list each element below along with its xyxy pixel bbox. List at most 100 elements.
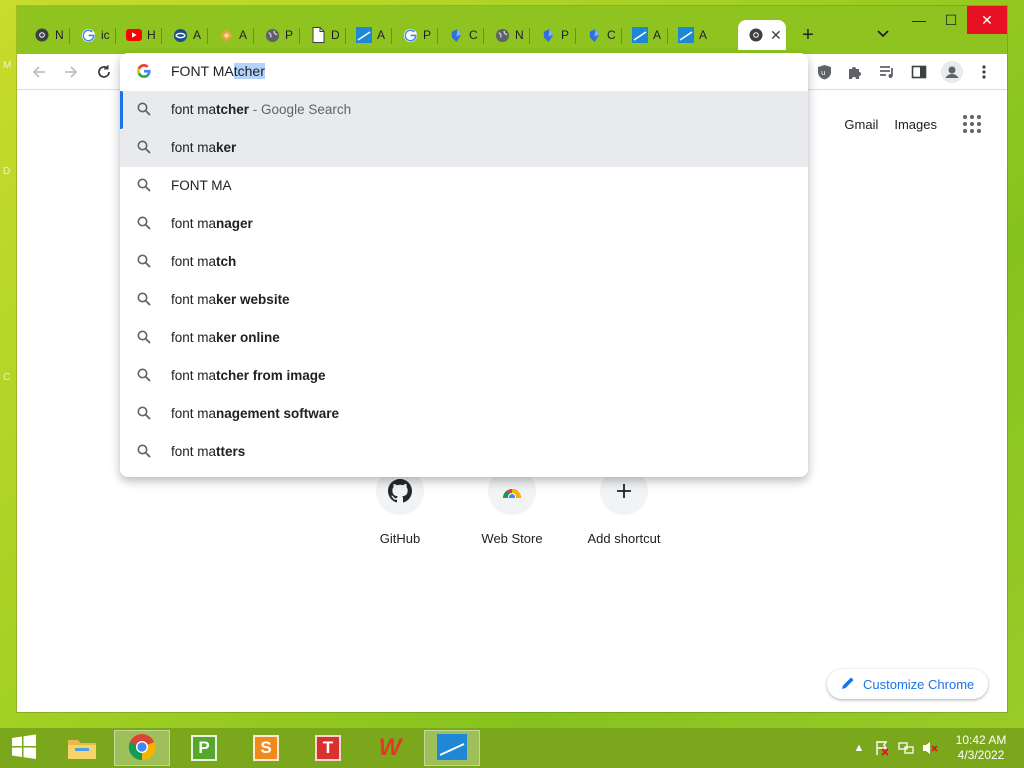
app-tile-icon (356, 27, 372, 43)
taskbar-wps-office[interactable]: W (362, 730, 418, 766)
tab[interactable]: D (300, 20, 346, 50)
search-icon (137, 102, 153, 118)
google-icon (137, 64, 151, 81)
shortcut-label: GitHub (379, 531, 421, 546)
maximize-button[interactable]: ☐ (934, 6, 968, 34)
top-links: Gmail Images (844, 115, 981, 133)
google-icon (80, 27, 96, 43)
suggestion-row[interactable]: font maker (120, 129, 808, 167)
search-icon (137, 216, 153, 232)
taskbar-chrome[interactable] (114, 730, 170, 766)
tab[interactable]: C (438, 20, 484, 50)
tab[interactable]: C (576, 20, 622, 50)
tab[interactable]: A (162, 20, 208, 50)
address-bar[interactable]: FONT MAtcher (120, 53, 808, 91)
wps-spreadsheets-icon: S (253, 735, 279, 761)
search-icon (137, 140, 153, 156)
gmail-link[interactable]: Gmail (844, 117, 878, 132)
tab[interactable]: P (392, 20, 438, 50)
suggestion-row[interactable]: font manager (120, 205, 808, 243)
omnibox-dropdown: FONT MAtcher font matcher - Google Searc… (120, 53, 808, 477)
suggestion-row[interactable]: font matters (120, 433, 808, 471)
tab[interactable]: A (208, 20, 254, 50)
suggestion-text: font maker online (171, 330, 280, 345)
ublock-icon[interactable]: u (812, 60, 836, 84)
suggestion-text: font manager (171, 216, 253, 231)
taskbar-file-explorer[interactable] (54, 730, 110, 766)
suggestion-row[interactable]: font management software (120, 395, 808, 433)
close-window-button[interactable]: ✕ (967, 6, 1007, 34)
customize-chrome-label: Customize Chrome (863, 676, 975, 692)
youtube-icon (126, 27, 142, 43)
images-link[interactable]: Images (894, 117, 937, 132)
side-panel-icon[interactable] (907, 60, 931, 84)
diamond-icon (218, 27, 234, 43)
tab-search-chevron-icon[interactable] (877, 25, 889, 41)
more-menu-icon[interactable] (972, 60, 996, 84)
tab[interactable]: ic (70, 20, 116, 50)
taskbar-app-tile[interactable] (424, 730, 480, 766)
tab-title: D (331, 28, 340, 42)
reload-icon[interactable] (92, 60, 116, 84)
minimize-button[interactable]: — (902, 6, 936, 34)
tab[interactable]: P (254, 20, 300, 50)
tab[interactable]: A (668, 20, 714, 50)
close-tab-icon[interactable]: ✕ (770, 27, 782, 44)
shortcut-tile[interactable]: Add shortcut (568, 467, 680, 546)
forward-arrow-icon[interactable] (59, 60, 83, 84)
selection-indicator (120, 91, 123, 129)
tab-title: A (699, 28, 708, 42)
tab-title: ic (101, 28, 110, 42)
tab-active[interactable]: ✕ (738, 20, 786, 50)
new-tab-button[interactable]: + (798, 24, 818, 47)
show-hidden-icons-arrow[interactable]: ▲ (851, 740, 867, 756)
suggestion-text: font match (171, 254, 237, 269)
customize-chrome-button[interactable]: Customize Chrome (827, 669, 989, 699)
suggestion-row[interactable]: font matcher - Google Search (120, 91, 808, 129)
globe-icon (264, 27, 280, 43)
tab-title: P (285, 28, 294, 42)
tab[interactable]: P (530, 20, 576, 50)
suggestion-row[interactable]: font match (120, 243, 808, 281)
shortcut-tile[interactable]: Web Store (456, 467, 568, 546)
suggestion-row[interactable]: font matcher from image (120, 357, 808, 395)
tab[interactable]: N (484, 20, 530, 50)
tab-title: C (469, 28, 478, 42)
start-button[interactable] (0, 730, 48, 766)
windows-logo-icon (11, 734, 37, 763)
tab[interactable]: H (116, 20, 162, 50)
profile-avatar-icon[interactable] (940, 60, 964, 84)
suggestion-row[interactable]: font maker website (120, 281, 808, 319)
volume-muted-icon[interactable] (922, 740, 938, 756)
shortcut-tile[interactable]: GitHub (344, 467, 456, 546)
omnibox-input[interactable]: FONT MAtcher (171, 63, 265, 79)
suggestion-row[interactable]: FONT MA (120, 167, 808, 205)
search-icon (137, 292, 153, 308)
taskbar-wps-spreadsheets[interactable]: S (238, 730, 294, 766)
chrome-window: N ic H A A P D A P C N P C A A ✕ + — ☐ ✕… (17, 6, 1007, 712)
omnibox-autocomplete-selection: tcher (233, 63, 265, 79)
chrome-icon (128, 733, 156, 764)
network-icon[interactable] (898, 740, 914, 756)
app-tile-icon (632, 27, 648, 43)
tab[interactable]: N (24, 20, 70, 50)
action-center-flag-icon[interactable] (874, 740, 890, 756)
back-arrow-icon[interactable] (27, 60, 51, 84)
taskbar-wps-presentation[interactable]: P (176, 730, 232, 766)
search-icon (137, 330, 153, 346)
suggestion-text: font maker website (171, 292, 290, 307)
chrome-icon (748, 27, 764, 43)
suggestion-row[interactable]: font maker online (120, 319, 808, 357)
taskbar-wps-writer[interactable]: T (300, 730, 356, 766)
google-apps-icon[interactable] (963, 115, 981, 133)
tab[interactable]: A (622, 20, 668, 50)
search-icon (137, 178, 153, 194)
media-queue-icon[interactable] (875, 60, 899, 84)
taskbar-clock[interactable]: 10:42 AM 4/3/2022 (948, 733, 1014, 763)
tab-title: N (515, 28, 524, 42)
omnibox-typed-text: FONT MA (171, 63, 234, 79)
extensions-puzzle-icon[interactable] (843, 60, 867, 84)
tab[interactable]: A (346, 20, 392, 50)
shortcut-label: Add shortcut (587, 531, 661, 546)
clock-date: 4/3/2022 (957, 748, 1005, 762)
